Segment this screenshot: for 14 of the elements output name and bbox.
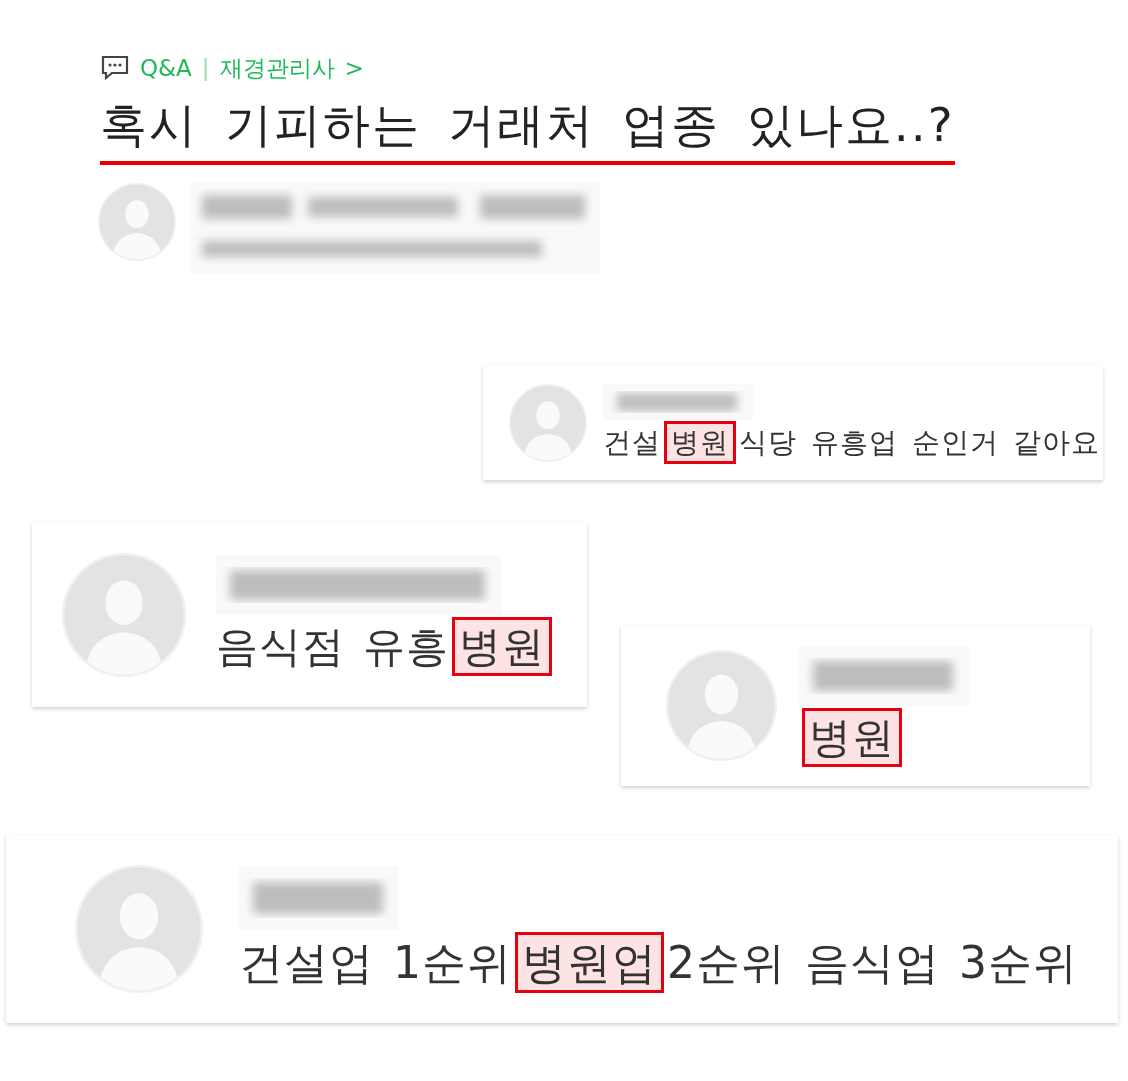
comment-text: 건설 병원 식당 유흥업 순인거 같아요 [603,423,1100,462]
avatar-icon [75,865,203,993]
separator: | [201,55,210,81]
post-title: 혹시 기피하는 거래처 업종 있나요..? [100,94,955,165]
avatar-icon [62,552,186,677]
avatar-icon [509,383,587,462]
category-link[interactable]: Q&A [140,55,192,81]
avatar-icon [666,650,777,761]
chevron-icon: > [344,55,364,81]
board-link[interactable]: 재경관리사 [219,52,335,84]
avatar-icon [98,183,176,261]
speech-bubble-icon [100,54,130,82]
comment-text: 음식점 유흥 병원 [216,618,556,675]
comment-text: 건설업 1순위 병원업 2순위 음식업 3순위 [239,933,1078,992]
